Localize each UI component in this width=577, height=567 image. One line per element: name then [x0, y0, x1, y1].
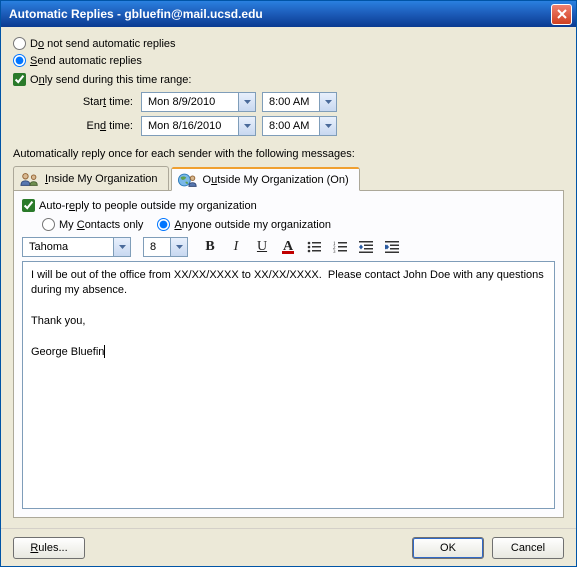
chevron-down-icon	[325, 100, 332, 104]
close-button[interactable]	[551, 4, 572, 25]
decrease-indent-button[interactable]	[356, 237, 376, 257]
end-date-value: Mon 8/16/2010	[142, 117, 238, 135]
start-date-combo[interactable]: Mon 8/9/2010	[141, 92, 256, 112]
start-time-value: 8:00 AM	[263, 93, 319, 111]
dialog-body: Do not send automatic replies Send autom…	[1, 27, 576, 528]
start-date-value: Mon 8/9/2010	[142, 93, 238, 111]
close-icon	[557, 9, 567, 19]
font-color-button[interactable]: A	[278, 237, 298, 257]
message-text: I will be out of the office from XX/XX/X…	[31, 269, 547, 358]
anyone-outside-radio[interactable]: Anyone outside my organization	[157, 218, 331, 231]
end-date-combo[interactable]: Mon 8/16/2010	[141, 116, 256, 136]
font-size-combo[interactable]: 8	[143, 237, 188, 257]
font-value: Tahoma	[23, 238, 113, 256]
chevron-down-icon	[244, 124, 251, 128]
reply-section-label: Automatically reply once for each sender…	[13, 148, 564, 160]
bold-button[interactable]: B	[200, 237, 220, 257]
auto-reply-outside-checkbox[interactable]: Auto-reply to people outside my organiza…	[22, 199, 555, 212]
rules-button[interactable]: Rules...	[13, 537, 85, 559]
end-time-value: 8:00 AM	[263, 117, 319, 135]
end-date-dropdown-button[interactable]	[238, 117, 255, 135]
outside-org-icon	[178, 171, 198, 189]
start-time-row: Start time: Mon 8/9/2010 8:00 AM	[63, 92, 564, 112]
only-send-range-checkbox[interactable]: Only send during this time range:	[13, 73, 564, 86]
svg-text:3: 3	[333, 250, 336, 253]
send-replies-radio[interactable]: Send automatic replies	[13, 54, 564, 67]
numbered-list-icon: 123	[333, 241, 347, 253]
chevron-down-icon	[119, 245, 126, 249]
start-time-dropdown-button[interactable]	[319, 93, 336, 111]
font-dropdown-button[interactable]	[113, 238, 130, 256]
auto-reply-outside-checkbox-input[interactable]	[22, 199, 35, 212]
font-combo[interactable]: Tahoma	[22, 237, 131, 257]
svg-text:1: 1	[333, 242, 336, 247]
only-send-range-checkbox-input[interactable]	[13, 73, 26, 86]
format-toolbar: Tahoma 8 B I U A 123	[22, 237, 555, 257]
text-caret	[104, 345, 105, 358]
inside-org-icon	[20, 170, 40, 188]
do-not-send-radio-input[interactable]	[13, 37, 26, 50]
tab-strip: Inside My Organization Outside My Organi…	[13, 166, 564, 190]
italic-button[interactable]: I	[226, 237, 246, 257]
end-time-dropdown-button[interactable]	[319, 117, 336, 135]
chevron-down-icon	[325, 124, 332, 128]
do-not-send-radio[interactable]: Do not send automatic replies	[13, 37, 564, 50]
decrease-indent-icon	[359, 241, 373, 253]
end-time-label: End time:	[63, 120, 133, 132]
ok-button[interactable]: OK	[412, 537, 484, 559]
numbered-list-button[interactable]: 123	[330, 237, 350, 257]
svg-text:2: 2	[333, 246, 336, 251]
automatic-replies-dialog: Automatic Replies - gbluefin@mail.ucsd.e…	[0, 0, 577, 567]
tab-outside-org[interactable]: Outside My Organization (On)	[171, 167, 360, 191]
chevron-down-icon	[176, 245, 183, 249]
underline-button[interactable]: U	[252, 237, 272, 257]
start-date-dropdown-button[interactable]	[238, 93, 255, 111]
outside-panel: Auto-reply to people outside my organiza…	[13, 190, 564, 518]
font-size-dropdown-button[interactable]	[170, 238, 187, 256]
outside-scope-row: My Contacts only Anyone outside my organ…	[42, 218, 555, 231]
message-editor[interactable]: I will be out of the office from XX/XX/X…	[22, 261, 555, 509]
titlebar: Automatic Replies - gbluefin@mail.ucsd.e…	[1, 1, 576, 27]
bullet-list-icon	[307, 241, 321, 253]
increase-indent-button[interactable]	[382, 237, 402, 257]
anyone-outside-radio-input[interactable]	[157, 218, 170, 231]
contacts-only-radio-input[interactable]	[42, 218, 55, 231]
start-time-label: Start time:	[63, 96, 133, 108]
tab-inside-org[interactable]: Inside My Organization	[13, 166, 169, 190]
tab-inside-label: Inside My Organization	[45, 173, 158, 185]
window-title: Automatic Replies - gbluefin@mail.ucsd.e…	[9, 7, 551, 21]
end-time-row: End time: Mon 8/16/2010 8:00 AM	[63, 116, 564, 136]
end-time-combo[interactable]: 8:00 AM	[262, 116, 337, 136]
increase-indent-icon	[385, 241, 399, 253]
send-replies-radio-input[interactable]	[13, 54, 26, 67]
font-color-swatch	[282, 251, 294, 254]
cancel-button[interactable]: Cancel	[492, 537, 564, 559]
start-time-combo[interactable]: 8:00 AM	[262, 92, 337, 112]
chevron-down-icon	[244, 100, 251, 104]
tab-outside-label: Outside My Organization (On)	[203, 174, 349, 186]
dialog-footer: Rules... OK Cancel	[1, 528, 576, 566]
bullet-list-button[interactable]	[304, 237, 324, 257]
font-size-value: 8	[144, 238, 170, 256]
contacts-only-radio[interactable]: My Contacts only	[42, 218, 143, 231]
